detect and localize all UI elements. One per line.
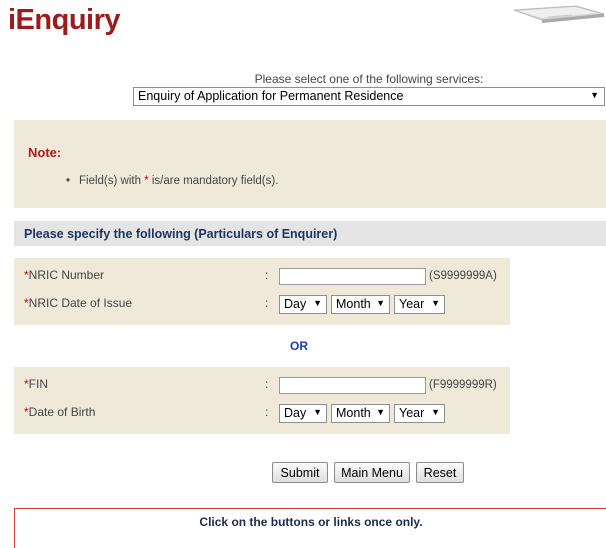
note-item-prefix: Field(s) with xyxy=(79,175,145,187)
nric-issue-date-label-text: NRIC Date of Issue xyxy=(28,296,133,310)
note-panel: Note: Field(s) with * is/are mandatory f… xyxy=(14,120,606,208)
service-select[interactable]: Enquiry of Application for Permanent Res… xyxy=(133,87,605,106)
colon: : xyxy=(265,405,269,419)
main-menu-button[interactable]: Main Menu xyxy=(334,462,410,483)
nric-issue-month-value: Month xyxy=(336,297,371,311)
dropdown-arrow-icon: ▼ xyxy=(431,407,440,417)
nric-panel: *NRIC Number : (S9999999A) *NRIC Date of… xyxy=(14,258,510,325)
nric-issue-month-select[interactable]: Month ▼ xyxy=(331,295,390,314)
page-title: iEnquiry xyxy=(8,4,121,36)
warning-text: Click on the buttons or links once only. xyxy=(199,515,423,529)
dob-month-select[interactable]: Month ▼ xyxy=(331,404,390,423)
submit-button[interactable]: Submit xyxy=(272,462,328,483)
service-select-label: Please select one of the following servi… xyxy=(254,72,484,86)
nric-issue-year-value: Year xyxy=(399,297,425,311)
colon: : xyxy=(265,268,269,282)
nric-issue-day-value: Day xyxy=(284,297,307,311)
section-header: Please specify the following (Particular… xyxy=(14,221,606,246)
fin-input[interactable] xyxy=(279,377,426,394)
dropdown-arrow-icon: ▼ xyxy=(590,90,599,100)
nric-number-input[interactable] xyxy=(279,268,426,285)
dob-year-select[interactable]: Year ▼ xyxy=(394,404,445,423)
dob-day-select[interactable]: Day ▼ xyxy=(279,404,327,423)
date-of-birth-label: *Date of Birth xyxy=(24,405,95,419)
dob-day-value: Day xyxy=(284,406,307,420)
note-title: Note: xyxy=(28,145,62,160)
dob-month-value: Month xyxy=(336,406,371,420)
dropdown-arrow-icon: ▼ xyxy=(313,298,322,308)
note-item-suffix: is/are mandatory field(s). xyxy=(148,175,279,187)
nric-number-label: *NRIC Number xyxy=(24,268,104,282)
laptop-image xyxy=(513,5,605,23)
date-of-birth-label-text: Date of Birth xyxy=(28,405,96,419)
fin-label-text: FIN xyxy=(28,377,49,391)
nric-number-label-text: NRIC Number xyxy=(28,268,105,282)
dropdown-arrow-icon: ▼ xyxy=(376,407,385,417)
warning-panel: Click on the buttons or links once only. xyxy=(14,508,606,548)
fin-format-hint: (F9999999R) xyxy=(429,379,497,391)
nric-issue-day-select[interactable]: Day ▼ xyxy=(279,295,327,314)
service-select-value: Enquiry of Application for Permanent Res… xyxy=(138,89,404,103)
dropdown-arrow-icon: ▼ xyxy=(313,407,322,417)
note-item: Field(s) with * is/are mandatory field(s… xyxy=(66,175,279,187)
colon: : xyxy=(265,296,269,310)
dob-year-value: Year xyxy=(399,406,425,420)
nric-issue-year-select[interactable]: Year ▼ xyxy=(394,295,445,314)
colon: : xyxy=(265,377,269,391)
nric-issue-date-label: *NRIC Date of Issue xyxy=(24,296,132,310)
fin-label: *FIN xyxy=(24,377,48,391)
dropdown-arrow-icon: ▼ xyxy=(376,298,385,308)
or-separator: OR xyxy=(290,339,308,353)
dropdown-arrow-icon: ▼ xyxy=(431,298,440,308)
nric-format-hint: (S9999999A) xyxy=(429,270,497,282)
fin-panel: *FIN : (F9999999R) *Date of Birth : Day ▼… xyxy=(14,367,510,434)
reset-button[interactable]: Reset xyxy=(416,462,464,483)
